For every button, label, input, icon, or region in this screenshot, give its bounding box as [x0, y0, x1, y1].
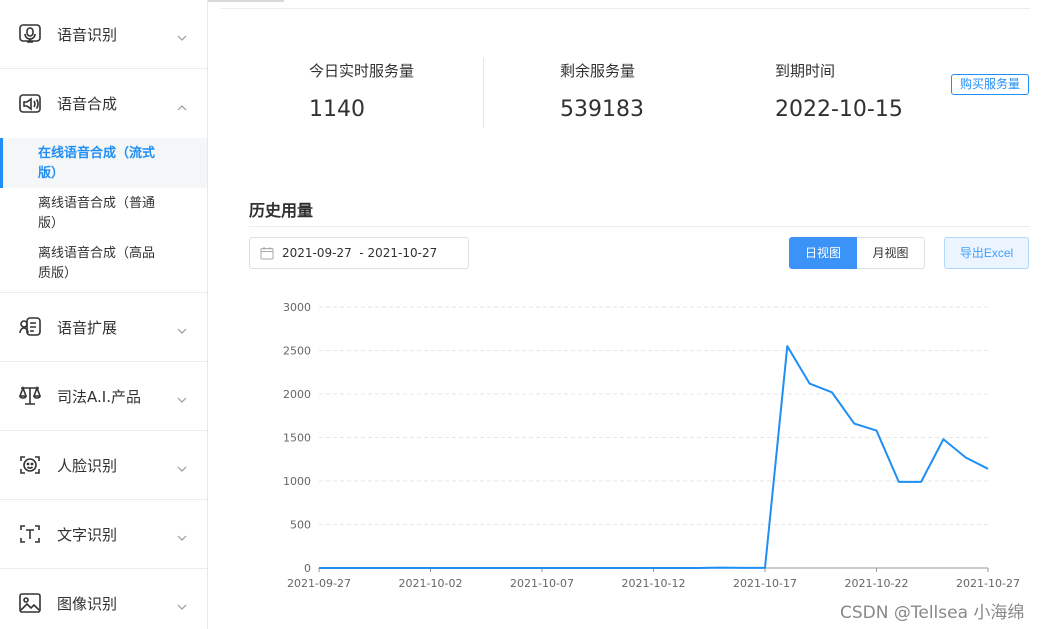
stat-label: 剩余服务量	[560, 62, 636, 80]
voice-extension-icon	[18, 315, 42, 339]
view-toggle: 日视图 月视图	[789, 237, 925, 269]
series-line	[319, 345, 989, 569]
y-tick-label: 0	[304, 562, 311, 575]
y-tick-label: 2000	[283, 388, 311, 401]
date-range-picker[interactable]: 2021-09-27 - 2021-10-27	[249, 237, 469, 269]
stat-today-usage: 今日实时服务量 1140	[309, 60, 414, 122]
sidebar-item-label: 语音扩展	[57, 318, 118, 337]
stat-value: 1140	[309, 97, 365, 122]
section-divider	[249, 226, 1030, 227]
section-title-history: 历史用量	[249, 201, 314, 220]
stat-value: 539183	[560, 97, 644, 122]
watermark: CSDN @Tellsea 小海绵	[840, 603, 1025, 623]
stat-divider	[483, 58, 484, 128]
submenu-speech-synthesis: 在线语音合成（流式版） 离线语音合成（普通版） 离线语音合成（高品质版）	[0, 138, 207, 293]
stat-remaining: 剩余服务量 539183	[560, 60, 644, 122]
sidebar-item-label: 文字识别	[57, 525, 118, 544]
sidebar-item-image-recognition[interactable]: 图像识别	[0, 569, 207, 629]
y-tick-label: 3000	[283, 301, 311, 314]
x-tick-label: 2021-10-17	[733, 577, 797, 590]
text-icon	[18, 522, 42, 546]
sidebar-item-speech-recognition[interactable]: 语音识别	[0, 0, 207, 69]
image-icon	[18, 591, 42, 615]
x-tick-label: 2021-10-27	[956, 577, 1020, 590]
date-range-text: 2021-09-27 - 2021-10-27	[282, 246, 438, 260]
chevron-down-icon	[177, 597, 187, 610]
stat-label: 今日实时服务量	[309, 62, 415, 80]
export-excel-button[interactable]: 导出Excel	[944, 237, 1029, 269]
sidebar-subitem-online-tts[interactable]: 在线语音合成（流式版）	[0, 138, 207, 188]
microphone-icon	[18, 22, 42, 46]
calendar-icon	[260, 247, 274, 260]
stat-expiry: 到期时间 2022-10-15	[775, 60, 903, 122]
chevron-down-icon	[177, 28, 187, 41]
x-tick-label: 2021-10-12	[622, 577, 686, 590]
stat-value: 2022-10-15	[775, 97, 903, 122]
usage-line-chart: 0 500 1000 1500 2000 2500 3000 2021-09-27 2021-1…	[283, 301, 1020, 590]
sidebar-item-speech-synthesis[interactable]: 语音合成	[0, 69, 207, 138]
x-tick-label: 2021-10-22	[845, 577, 909, 590]
chevron-up-icon	[177, 98, 187, 110]
x-tick-label: 2021-10-07	[510, 577, 574, 590]
chevron-down-icon	[177, 321, 187, 334]
scales-icon	[18, 384, 42, 408]
sidebar-item-label: 图像识别	[57, 594, 118, 613]
x-tick-label: 2021-10-02	[399, 577, 463, 590]
x-tick-label: 2021-09-27	[287, 577, 351, 590]
day-view-button[interactable]: 日视图	[789, 237, 857, 269]
sidebar-subitem-offline-tts-standard[interactable]: 离线语音合成（普通版）	[0, 188, 207, 238]
chevron-down-icon	[177, 459, 187, 472]
buy-service-button[interactable]: 购买服务量	[951, 74, 1030, 95]
stat-label: 到期时间	[775, 62, 836, 80]
y-tick-label: 2500	[283, 345, 311, 358]
sidebar-item-judicial-ai[interactable]: 司法A.I.产品	[0, 362, 207, 431]
speaker-icon	[18, 92, 42, 116]
sidebar-item-label: 语音合成	[57, 95, 118, 113]
sidebar-item-label: 语音识别	[57, 25, 118, 44]
sidebar-item-label: 司法A.I.产品	[57, 387, 141, 406]
sidebar: 语音识别 语音合成 在线语音合成（流式版） 离线语音合成（普通版） 离线语音合成…	[0, 0, 208, 629]
sidebar-item-voice-extension[interactable]: 语音扩展	[0, 293, 207, 362]
sidebar-item-text-recognition[interactable]: 文字识别	[0, 500, 207, 569]
sidebar-item-face-recognition[interactable]: 人脸识别	[0, 431, 207, 500]
y-tick-label: 1000	[283, 475, 311, 488]
y-tick-label: 1500	[283, 432, 311, 445]
y-tick-label: 500	[290, 519, 311, 532]
chevron-down-icon	[177, 528, 187, 541]
sidebar-subitem-offline-tts-hq[interactable]: 离线语音合成（高品质版）	[0, 238, 207, 288]
face-icon	[18, 453, 42, 477]
sidebar-item-label: 人脸识别	[57, 456, 118, 475]
chevron-down-icon	[177, 390, 187, 403]
month-view-button[interactable]: 月视图	[857, 237, 925, 269]
top-divider	[220, 8, 1030, 9]
main-content: 今日实时服务量 1140 剩余服务量 539183 到期时间 2022-10-1…	[208, 0, 1052, 629]
